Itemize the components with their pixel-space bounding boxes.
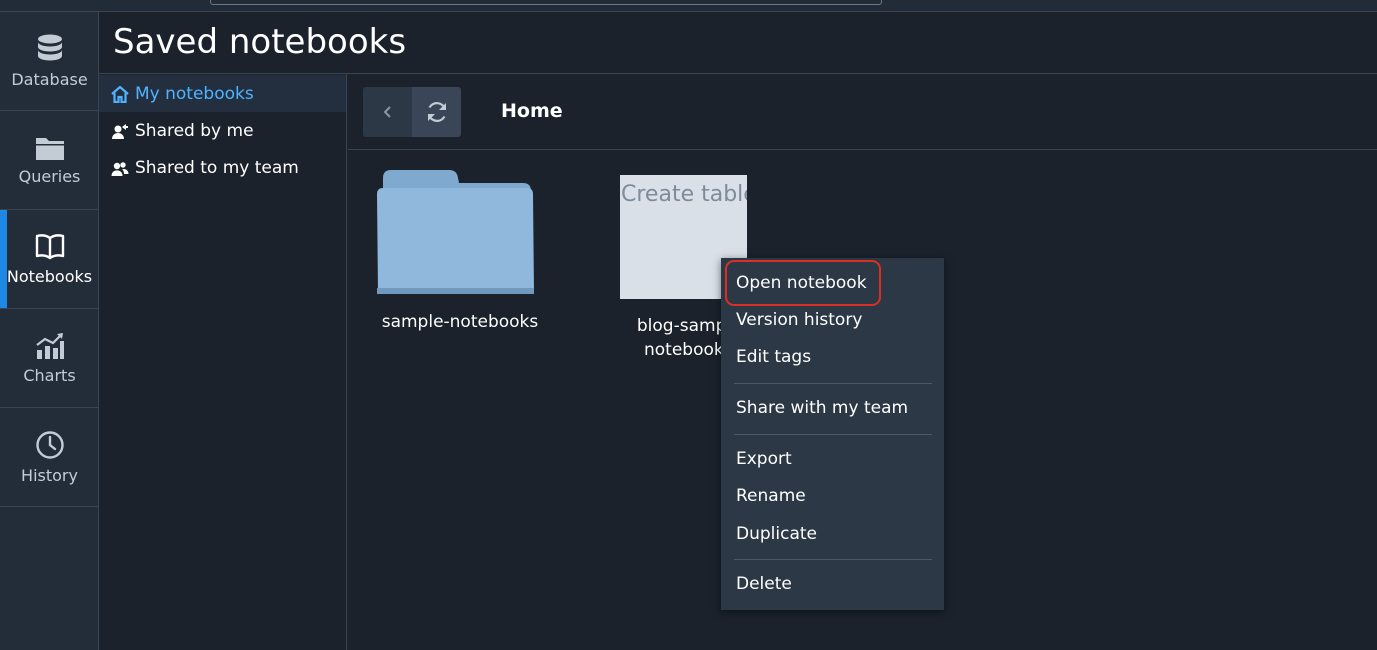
breadcrumb: Home <box>501 100 563 122</box>
menu-item-version-history[interactable]: Version history <box>736 310 862 330</box>
menu-item-delete[interactable]: Delete <box>736 574 792 594</box>
notebook-sections-nav: My notebooks Shared by me Shared to my t… <box>99 74 347 650</box>
rail-item-label: History <box>21 465 78 485</box>
rail-item-queries[interactable]: Queries <box>0 111 99 210</box>
home-icon <box>111 85 129 103</box>
toolbar-divider <box>348 149 1377 150</box>
menu-item-export[interactable]: Export <box>736 449 792 469</box>
rail-item-history[interactable]: History <box>0 408 99 507</box>
rail-item-charts[interactable]: Charts <box>0 309 99 408</box>
left-rail: Database Queries Notebooks Charts Histor… <box>0 12 99 650</box>
database-icon <box>37 34 62 60</box>
team-icon <box>111 161 129 176</box>
back-button[interactable] <box>363 87 412 137</box>
menu-item-open-notebook[interactable]: Open notebook <box>736 273 867 293</box>
refresh-button[interactable] <box>412 87 461 137</box>
rail-item-label: Database <box>11 69 88 89</box>
rail-item-label: Notebooks <box>6 266 93 286</box>
menu-item-share-with-my-team[interactable]: Share with my team <box>736 398 908 418</box>
menu-divider <box>734 559 932 560</box>
file-name-sample-notebooks[interactable]: sample-notebooks <box>375 312 545 332</box>
chevron-left-icon <box>383 106 391 118</box>
menu-divider <box>734 383 932 384</box>
subnav-item-my-notebooks[interactable]: My notebooks <box>99 75 346 112</box>
rail-item-database[interactable]: Database <box>0 12 99 111</box>
subnav-item-label: Shared to my team <box>135 157 299 178</box>
page-title: Saved notebooks <box>113 22 407 62</box>
menu-item-edit-tags[interactable]: Edit tags <box>736 347 811 367</box>
subnav-item-shared-by-me[interactable]: Shared by me <box>99 112 346 149</box>
menu-divider <box>734 434 932 435</box>
subnav-item-label: My notebooks <box>135 83 254 104</box>
chart-icon <box>35 332 64 359</box>
menu-item-duplicate[interactable]: Duplicate <box>736 524 817 544</box>
share-user-icon <box>112 123 128 139</box>
folder-icon <box>35 137 64 160</box>
refresh-icon <box>427 102 446 122</box>
global-search-input[interactable] <box>210 0 882 5</box>
book-icon <box>35 233 64 259</box>
rail-item-notebooks[interactable]: Notebooks <box>0 210 99 309</box>
menu-item-rename[interactable]: Rename <box>736 486 806 506</box>
subnav-item-label: Shared by me <box>135 120 254 141</box>
context-menu: Open notebook Version history Edit tags … <box>721 258 944 610</box>
subnav-item-shared-to-my-team[interactable]: Shared to my team <box>99 149 346 186</box>
rail-item-label: Queries <box>18 166 81 186</box>
notebook-preview-text: Create table <box>621 182 747 207</box>
rail-item-label: Charts <box>23 365 76 385</box>
clock-icon <box>35 430 64 459</box>
folder-icon[interactable] <box>375 168 535 295</box>
top-bar <box>0 0 1377 12</box>
